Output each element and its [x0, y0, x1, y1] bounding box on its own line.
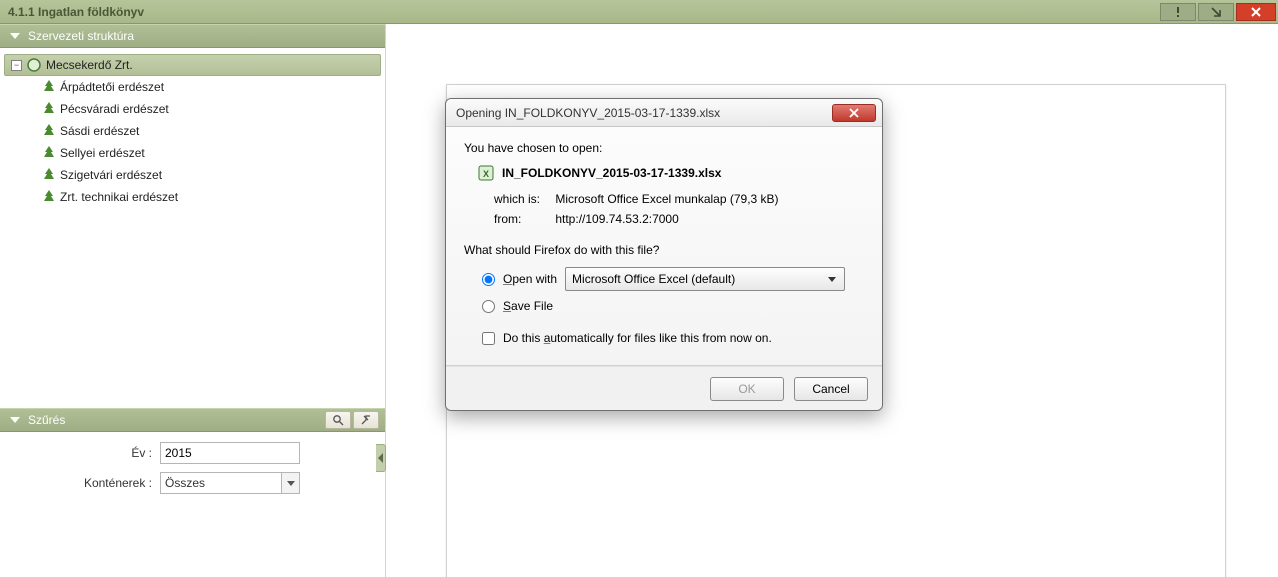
- which-is-value: Microsoft Office Excel munkalap (79,3 kB…: [555, 192, 778, 206]
- dialog-overlay: Opening IN_FOLDKONYV_2015-03-17-1339.xls…: [0, 0, 1278, 577]
- open-with-select[interactable]: Microsoft Office Excel (default): [565, 267, 845, 291]
- auto-label: Do this automatically for files like thi…: [503, 331, 772, 345]
- dialog-title: Opening IN_FOLDKONYV_2015-03-17-1339.xls…: [456, 106, 832, 120]
- cancel-button[interactable]: Cancel: [794, 377, 868, 401]
- save-file-option[interactable]: Save File: [482, 299, 864, 313]
- open-with-option[interactable]: Open with Microsoft Office Excel (defaul…: [482, 267, 864, 291]
- open-with-radio[interactable]: [482, 273, 495, 286]
- from-value: http://109.74.53.2:7000: [555, 212, 678, 226]
- dialog-titlebar[interactable]: Opening IN_FOLDKONYV_2015-03-17-1339.xls…: [446, 99, 882, 127]
- from-label: from:: [494, 209, 552, 229]
- auto-checkbox-row[interactable]: Do this automatically for files like thi…: [482, 331, 864, 345]
- dialog-filename: IN_FOLDKONYV_2015-03-17-1339.xlsx: [502, 166, 721, 180]
- dialog-question: What should Firefox do with this file?: [464, 243, 864, 257]
- excel-file-icon: X: [478, 165, 494, 181]
- save-file-radio[interactable]: [482, 300, 495, 313]
- open-with-app: Microsoft Office Excel (default): [572, 272, 735, 286]
- which-is-label: which is:: [494, 189, 552, 209]
- save-file-label: Save File: [503, 299, 553, 313]
- svg-text:X: X: [483, 169, 489, 179]
- dialog-intro: You have chosen to open:: [464, 141, 864, 155]
- dialog-close-button[interactable]: [832, 104, 876, 122]
- ok-button[interactable]: OK: [710, 377, 784, 401]
- auto-checkbox[interactable]: [482, 332, 495, 345]
- open-with-label: Open with: [503, 272, 557, 286]
- download-dialog: Opening IN_FOLDKONYV_2015-03-17-1339.xls…: [445, 98, 883, 411]
